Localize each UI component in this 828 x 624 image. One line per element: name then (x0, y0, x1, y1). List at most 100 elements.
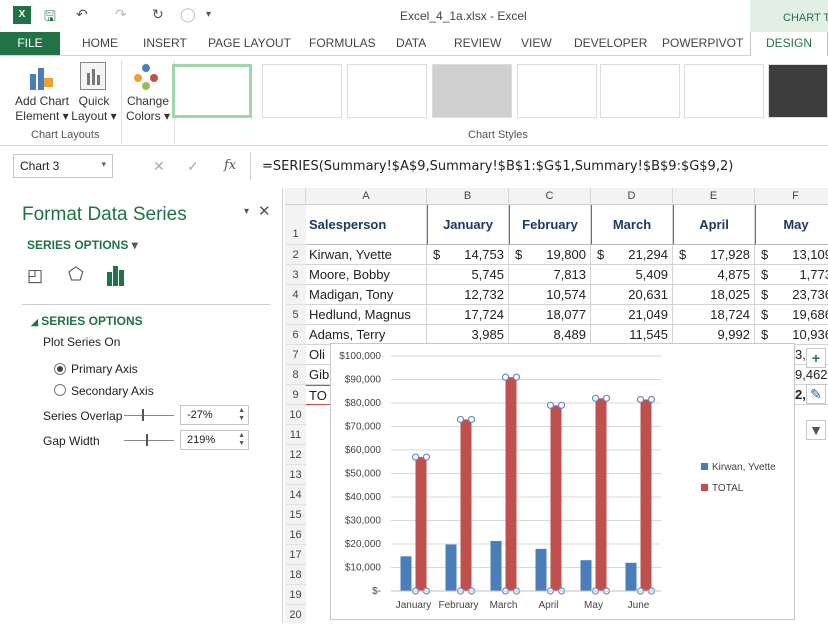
chart-area[interactable]: $100,000 $90,000 $80,000 $70,000 $60,000 $50,… (330, 343, 795, 620)
table-cell[interactable]: Kirwan, Yvette (306, 245, 427, 265)
row-header[interactable]: 12 (285, 445, 306, 465)
bar-total[interactable] (550, 405, 562, 591)
selection-handle[interactable] (456, 415, 465, 424)
tab-insert[interactable]: INSERT (143, 32, 187, 55)
table-cell[interactable]: $13,109 (755, 245, 828, 265)
tab-formulas[interactable]: FORMULAS (309, 32, 376, 55)
column-header-b[interactable]: B (427, 188, 509, 205)
bar-total[interactable] (595, 398, 607, 591)
row-header[interactable]: 4 (285, 285, 306, 305)
selection-handle[interactable] (546, 401, 555, 409)
row-header[interactable]: 8 (285, 365, 306, 385)
table-cell[interactable]: 3,985 (427, 325, 509, 345)
tab-page-layout[interactable]: PAGE LAYOUT (208, 32, 291, 55)
series-options-dropdown[interactable]: SERIES OPTIONS ▾ (27, 238, 138, 252)
customize-qa-icon[interactable]: ▾ (206, 9, 211, 20)
row-header[interactable]: 17 (285, 545, 306, 565)
table-cell[interactable]: 17,724 (427, 305, 509, 325)
chart-style-1[interactable] (172, 64, 252, 118)
fill-line-icon[interactable]: ◰ (27, 266, 43, 286)
chart-style-7[interactable] (684, 64, 764, 118)
column-header-a[interactable]: A (306, 188, 427, 205)
row-header[interactable]: 1 (285, 205, 306, 245)
secondary-axis-radio[interactable] (54, 384, 66, 396)
selection-handle[interactable] (512, 373, 521, 381)
bar-kirwan[interactable] (580, 560, 592, 591)
row-header[interactable]: 2 (285, 245, 306, 265)
table-cell[interactable]: 10,574 (509, 285, 591, 305)
selection-handle[interactable] (602, 394, 611, 402)
chart-style-5[interactable] (517, 64, 597, 118)
bar-kirwan[interactable] (445, 544, 457, 591)
save-icon[interactable]: 🖫 (44, 6, 56, 30)
row-header[interactable]: 11 (285, 425, 306, 445)
gap-width-input[interactable]: 219% ▲ ▼ (180, 430, 249, 450)
row-header[interactable]: 16 (285, 525, 306, 545)
header-cell[interactable]: February (509, 205, 591, 245)
header-cell[interactable]: January (427, 205, 509, 245)
selection-handle[interactable] (591, 394, 600, 402)
quick-layout-button[interactable]: Quick Layout ▾ (70, 94, 118, 124)
table-cell[interactable]: 12,732 (427, 285, 509, 305)
bar-kirwan[interactable] (400, 556, 412, 591)
series-overlap-slider[interactable] (124, 409, 174, 421)
chart-filters-icon[interactable]: ▼ (806, 420, 826, 440)
table-cell[interactable]: 18,077 (509, 305, 591, 325)
row-header[interactable]: 5 (285, 305, 306, 325)
table-cell[interactable]: $14,753 (427, 245, 509, 265)
cancel-icon[interactable]: ✕ (153, 158, 165, 175)
secondary-axis-label[interactable]: Secondary Axis (71, 384, 154, 398)
chart-style-3[interactable] (347, 64, 427, 118)
table-cell[interactable]: 20,631 (591, 285, 673, 305)
row-header[interactable]: 15 (285, 505, 306, 525)
row-header[interactable]: 14 (285, 485, 306, 505)
column-header-d[interactable]: D (591, 188, 673, 205)
table-cell[interactable]: 18,724 (673, 305, 755, 325)
gap-width-slider[interactable] (124, 434, 174, 446)
row-header[interactable]: 13 (285, 465, 306, 485)
table-cell[interactable]: Moore, Bobby (306, 265, 427, 285)
primary-axis-label[interactable]: Primary Axis (71, 362, 138, 376)
selection-handle[interactable] (557, 401, 566, 409)
bar-kirwan[interactable] (625, 562, 637, 591)
header-cell[interactable]: May (755, 205, 828, 245)
header-cell[interactable]: April (673, 205, 755, 245)
chart-style-8[interactable] (768, 64, 828, 118)
selection-handle[interactable] (411, 453, 420, 461)
table-cell[interactable]: $17,928 (673, 245, 755, 265)
row-header[interactable]: 19 (285, 585, 306, 605)
pane-menu-icon[interactable]: ▾ (244, 206, 249, 217)
chart-elements-icon[interactable]: + (806, 348, 826, 368)
table-cell[interactable]: Adams, Terry (306, 325, 427, 345)
series-options-icon[interactable] (106, 266, 126, 286)
tab-design[interactable]: DESIGN (750, 32, 828, 57)
column-header-e[interactable]: E (673, 188, 755, 205)
row-header[interactable]: 3 (285, 265, 306, 285)
close-icon[interactable]: ✕ (258, 202, 271, 220)
table-cell[interactable]: Madigan, Tony (306, 285, 427, 305)
row-header[interactable]: 9 (285, 385, 306, 405)
undo-icon[interactable]: ↶ (76, 6, 88, 23)
table-cell[interactable]: 9,992 (673, 325, 755, 345)
table-cell[interactable]: 7,813 (509, 265, 591, 285)
header-cell[interactable]: Salesperson (306, 205, 427, 245)
bar-kirwan[interactable] (490, 540, 502, 591)
chart-style-2[interactable] (262, 64, 342, 118)
header-cell[interactable]: March (591, 205, 673, 245)
selection-handle[interactable] (467, 415, 476, 424)
refresh-icon[interactable]: ↻ (152, 6, 164, 23)
tab-home[interactable]: HOME (82, 32, 118, 55)
chart-styles-icon[interactable]: ✎ (806, 384, 826, 404)
bar-total[interactable] (460, 419, 472, 591)
column-header-f[interactable]: F (755, 188, 828, 205)
series-options-section[interactable]: ◢ SERIES OPTIONS (31, 314, 143, 328)
tab-file[interactable]: FILE (0, 32, 60, 55)
table-cell[interactable]: Oli (306, 345, 332, 365)
series-overlap-input[interactable]: -27% ▲ ▼ (180, 405, 249, 425)
tab-developer[interactable]: DEVELOPER (574, 32, 647, 55)
selection-handle[interactable] (422, 453, 431, 461)
legend[interactable]: Kirwan, Yvette TOTAL (701, 462, 776, 494)
legend-item-total[interactable]: TOTAL (701, 483, 776, 494)
record-icon[interactable]: ◯ (180, 6, 196, 23)
table-cell[interactable]: Hedlund, Magnus (306, 305, 427, 325)
